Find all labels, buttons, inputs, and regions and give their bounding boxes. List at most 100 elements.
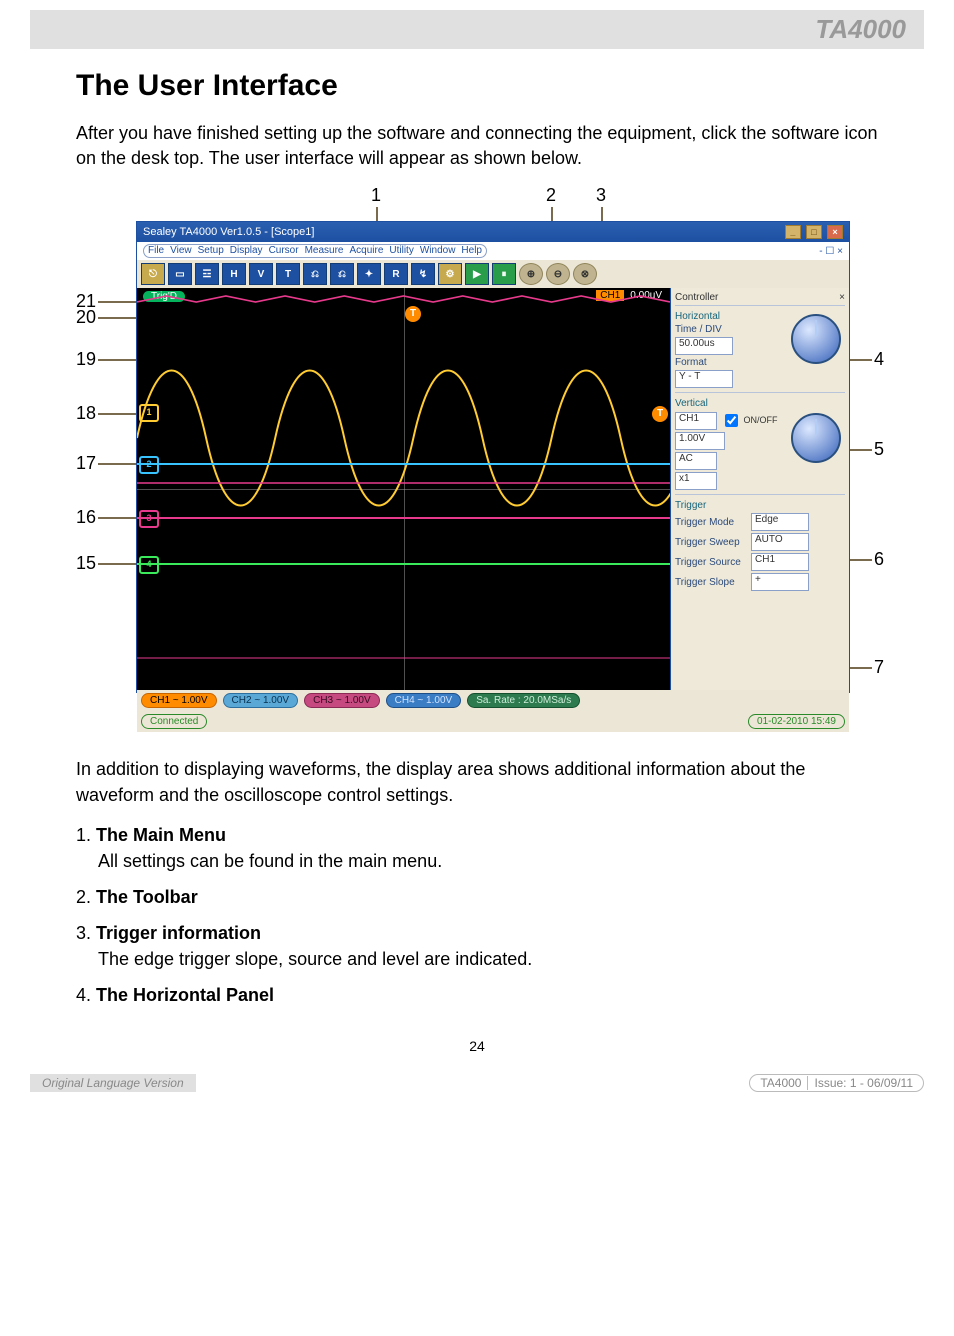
minimize-button[interactable]: _ bbox=[785, 225, 801, 239]
controller-title: Controller bbox=[675, 292, 718, 303]
scope-body: Trig'D CH1 0.00uV T T 1 2 3 4 bbox=[137, 288, 849, 690]
item-number: 1. bbox=[76, 825, 91, 845]
menu-view[interactable]: View bbox=[170, 245, 192, 257]
channel-select[interactable]: CH1 bbox=[675, 412, 717, 430]
callout-1: 1 bbox=[371, 185, 381, 206]
footer-left: Original Language Version bbox=[30, 1074, 196, 1092]
callout-line bbox=[98, 301, 138, 303]
trigger-mode-select[interactable]: Edge bbox=[751, 513, 809, 531]
waveforms bbox=[137, 288, 670, 690]
callout-7: 7 bbox=[874, 657, 884, 678]
page-number: 24 bbox=[76, 1038, 878, 1054]
controller-close-icon[interactable]: × bbox=[839, 292, 845, 303]
toolbar-button[interactable]: ☲ bbox=[195, 263, 219, 285]
footer-right: TA4000 Issue: 1 - 06/09/11 bbox=[749, 1074, 924, 1092]
item-number: 4. bbox=[76, 985, 91, 1005]
menu-display[interactable]: Display bbox=[230, 245, 263, 257]
toolbar: ⎋ ▭ ☲ H V T ⎌ ⎌ ✦ R ↯ ⚙ ▶ ⏸ ⊕ ⊖ ⊗ bbox=[137, 260, 849, 288]
scope-status-bar: CH1 ~ 1.00V CH2 ~ 1.00V CH3 ~ 1.00V CH4 … bbox=[137, 690, 849, 711]
toolbar-button[interactable]: ▭ bbox=[168, 263, 192, 285]
menu-acquire[interactable]: Acquire bbox=[349, 245, 383, 257]
child-window-controls[interactable]: - ☐ × bbox=[819, 246, 849, 257]
maximize-button[interactable]: □ bbox=[806, 225, 822, 239]
toolbar-button[interactable]: H bbox=[222, 263, 246, 285]
item-title: The Toolbar bbox=[96, 887, 198, 907]
channel-onoff-checkbox[interactable] bbox=[725, 414, 738, 427]
callout-6: 6 bbox=[874, 549, 884, 570]
toolbar-button[interactable]: ⎌ bbox=[330, 263, 354, 285]
item-desc: All settings can be found in the main me… bbox=[76, 848, 878, 874]
item-title: The Main Menu bbox=[96, 825, 226, 845]
post-figure-text: In addition to displaying waveforms, the… bbox=[76, 757, 878, 807]
toolbar-button[interactable]: ✦ bbox=[357, 263, 381, 285]
toolbar-button[interactable]: ⏸ bbox=[492, 263, 516, 285]
callout-19: 19 bbox=[76, 349, 96, 370]
format-select[interactable]: Y - T bbox=[675, 370, 733, 388]
toolbar-button[interactable]: ⊗ bbox=[573, 263, 597, 285]
callout-15: 15 bbox=[76, 553, 96, 574]
toolbar-button[interactable]: ⊕ bbox=[519, 263, 543, 285]
status-ch4[interactable]: CH4 ~ 1.00V bbox=[386, 693, 462, 708]
coupling-select[interactable]: AC bbox=[675, 452, 717, 470]
intro-text: After you have finished setting up the s… bbox=[76, 121, 878, 171]
toolbar-button[interactable]: ▶ bbox=[465, 263, 489, 285]
oscilloscope-window: Sealey TA4000 Ver1.0.5 - [Scope1] _ □ × … bbox=[136, 221, 850, 693]
menu-bar: File View Setup Display Cursor Measure A… bbox=[137, 242, 493, 260]
toolbar-button[interactable]: V bbox=[249, 263, 273, 285]
toolbar-button[interactable]: ⚙ bbox=[438, 263, 462, 285]
trigger-sweep-label: Trigger Sweep bbox=[675, 537, 747, 548]
footer-model: TA4000 bbox=[760, 1076, 801, 1090]
trigger-title: Trigger bbox=[675, 500, 845, 511]
menu-cursor[interactable]: Cursor bbox=[269, 245, 299, 257]
toolbar-button[interactable]: ⊖ bbox=[546, 263, 570, 285]
menu-setup[interactable]: Setup bbox=[198, 245, 224, 257]
page-footer: Original Language Version TA4000 Issue: … bbox=[0, 1074, 954, 1112]
status-sample-rate: Sa. Rate : 20.0MSa/s bbox=[467, 693, 580, 708]
toolbar-button[interactable]: ⎌ bbox=[303, 263, 327, 285]
probe-select[interactable]: x1 bbox=[675, 472, 717, 490]
toolbar-button[interactable]: R bbox=[384, 263, 408, 285]
trigger-slope-label: Trigger Slope bbox=[675, 577, 747, 588]
list-item-1: 1. The Main Menu All settings can be fou… bbox=[76, 822, 878, 874]
connection-status: Connected bbox=[141, 714, 207, 729]
volt-div-select[interactable]: 1.00V bbox=[675, 432, 725, 450]
trigger-source-select[interactable]: CH1 bbox=[751, 553, 809, 571]
vertical-title: Vertical bbox=[675, 398, 845, 409]
item-title: Trigger information bbox=[96, 923, 261, 943]
menu-measure[interactable]: Measure bbox=[305, 245, 344, 257]
page-content: The User Interface After you have finish… bbox=[0, 49, 954, 1074]
menu-window[interactable]: Window bbox=[420, 245, 456, 257]
header-bar: TA4000 bbox=[30, 10, 924, 49]
toolbar-button[interactable]: ⎋ bbox=[141, 263, 165, 285]
status-ch3[interactable]: CH3 ~ 1.00V bbox=[304, 693, 380, 708]
trigger-slope-select[interactable]: + bbox=[751, 573, 809, 591]
figure-wrap: 1 2 3 21 20 19 18 17 16 15 4 5 6 7 14 13 bbox=[76, 191, 884, 731]
waveform-area[interactable]: Trig'D CH1 0.00uV T T 1 2 3 4 bbox=[137, 288, 671, 690]
toolbar-button[interactable]: ↯ bbox=[411, 263, 435, 285]
onoff-label: ON/OFF bbox=[744, 415, 778, 425]
callout-line bbox=[98, 563, 138, 565]
list-item-2: 2. The Toolbar bbox=[76, 884, 878, 910]
item-number: 3. bbox=[76, 923, 91, 943]
toolbar-button[interactable]: T bbox=[276, 263, 300, 285]
trigger-mode-label: Trigger Mode bbox=[675, 517, 747, 528]
close-button[interactable]: × bbox=[827, 225, 843, 239]
callout-line bbox=[98, 463, 138, 465]
list-item-3: 3. Trigger information The edge trigger … bbox=[76, 920, 878, 972]
menu-help[interactable]: Help bbox=[461, 245, 482, 257]
window-titlebar: Sealey TA4000 Ver1.0.5 - [Scope1] _ □ × bbox=[137, 222, 849, 242]
item-desc: The edge trigger slope, source and level… bbox=[76, 946, 878, 972]
time-div-select[interactable]: 50.00us bbox=[675, 337, 733, 355]
callout-line bbox=[98, 317, 138, 319]
callout-17: 17 bbox=[76, 453, 96, 474]
datetime-status: 01-02-2010 15:49 bbox=[748, 714, 845, 729]
status-ch2[interactable]: CH2 ~ 1.00V bbox=[223, 693, 299, 708]
trigger-sweep-select[interactable]: AUTO bbox=[751, 533, 809, 551]
callout-line bbox=[98, 359, 138, 361]
menu-utility[interactable]: Utility bbox=[389, 245, 413, 257]
menu-file[interactable]: File bbox=[148, 245, 164, 257]
callout-line bbox=[98, 517, 138, 519]
status-ch1[interactable]: CH1 ~ 1.00V bbox=[141, 693, 217, 708]
callout-18: 18 bbox=[76, 403, 96, 424]
callout-20: 20 bbox=[76, 307, 96, 328]
